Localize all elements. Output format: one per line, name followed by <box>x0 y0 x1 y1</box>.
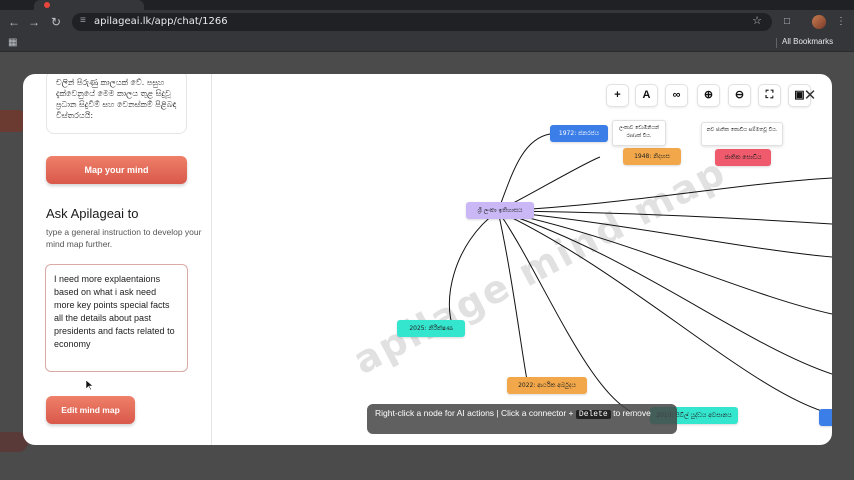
hint-text: Right-click a node for AI actions | Clic… <box>375 408 574 418</box>
delete-key-label: Delete <box>575 410 611 419</box>
apps-grid-icon[interactable]: ▦ <box>8 37 17 48</box>
map-your-mind-button[interactable]: Map your mind <box>46 156 187 184</box>
bookmarks-divider <box>776 38 777 48</box>
reload-icon[interactable]: ↻ <box>48 14 64 30</box>
note-card[interactable]: නව ජාතික කොඩිය සම්මතවූ විය. <box>701 122 783 146</box>
menu-kebab-icon[interactable]: ⋮ <box>834 15 848 29</box>
instruction-textarea[interactable]: I need more explaentaions based on what … <box>45 264 188 372</box>
ask-subtitle: type a general instruction to develop yo… <box>46 227 202 249</box>
extensions-icon[interactable]: □ <box>780 15 794 29</box>
node-1948[interactable]: 1948: නිදහස <box>623 148 681 165</box>
bookmarks-bar: ▦ All Bookmarks <box>0 34 854 52</box>
tab-favicon-icon <box>44 2 50 8</box>
site-info-icon[interactable]: ≡ <box>80 15 86 26</box>
node-1972[interactable]: 1972: ජනරජය <box>550 125 608 142</box>
mind-map-canvas[interactable]: apilage mind map + A ∞ ⊕ ⊖ ⛶ ▣ ✕ ශ්‍රී <box>212 74 832 445</box>
browser-tab[interactable] <box>34 0 144 10</box>
zoom-in-icon[interactable]: ⊕ <box>697 84 720 107</box>
node-2025[interactable]: 2025: නිරීක්ෂණ <box>397 320 465 337</box>
url-text[interactable]: apilageai.lk/app/chat/1266 <box>94 16 228 27</box>
forward-icon[interactable]: → <box>26 14 42 30</box>
back-icon[interactable]: ← <box>6 14 22 30</box>
browser-toolbar: ← → ↻ ≡ apilageai.lk/app/chat/1266 ☆ □ ⋮ <box>0 10 854 34</box>
node-flag[interactable]: ජාතික සොඩිය <box>715 149 771 166</box>
mind-map-sidebar: චලින් පිරුණු කාලයක් වේ. පසුහ දැක්වෙනුයේ … <box>23 74 212 445</box>
profile-avatar[interactable] <box>812 15 826 29</box>
mouse-cursor-icon <box>86 380 94 390</box>
close-icon[interactable]: ✕ <box>802 88 818 104</box>
root-node[interactable]: ශ්‍රී ලංකා ඉතිහාසය <box>466 202 534 219</box>
add-node-icon[interactable]: + <box>606 84 629 107</box>
hint-text-end: to remove <box>613 408 651 418</box>
tab-strip <box>0 0 854 10</box>
zoom-out-icon[interactable]: ⊖ <box>728 84 751 107</box>
fullscreen-icon[interactable]: ⛶ <box>758 84 781 107</box>
summary-card: චලින් පිරුණු කාලයක් වේ. පසුහ දැක්වෙනුයේ … <box>46 74 187 134</box>
bookmark-star-icon[interactable]: ☆ <box>752 14 762 27</box>
text-icon[interactable]: A <box>635 84 658 107</box>
mind-map-modal: චලින් පිරුණු කාලයක් වේ. පසුහ දැක්වෙනුයේ … <box>23 74 832 445</box>
ask-heading: Ask Apilageai to <box>46 206 139 221</box>
help-toast: Right-click a node for AI actions | Clic… <box>367 404 677 434</box>
link-icon[interactable]: ∞ <box>665 84 688 107</box>
all-bookmarks-link[interactable]: All Bookmarks <box>782 37 833 46</box>
node-partial[interactable] <box>819 409 832 426</box>
note-card[interactable]: ලංකාව ඩොමීනියන් රාජ්‍යක් විය. <box>612 120 666 146</box>
node-2022[interactable]: 2022: ආර්ථික අර්බුදය <box>507 377 587 394</box>
edit-mind-map-button[interactable]: Edit mind map <box>46 396 135 424</box>
address-bar[interactable]: ≡ apilageai.lk/app/chat/1266 ☆ <box>72 13 772 31</box>
